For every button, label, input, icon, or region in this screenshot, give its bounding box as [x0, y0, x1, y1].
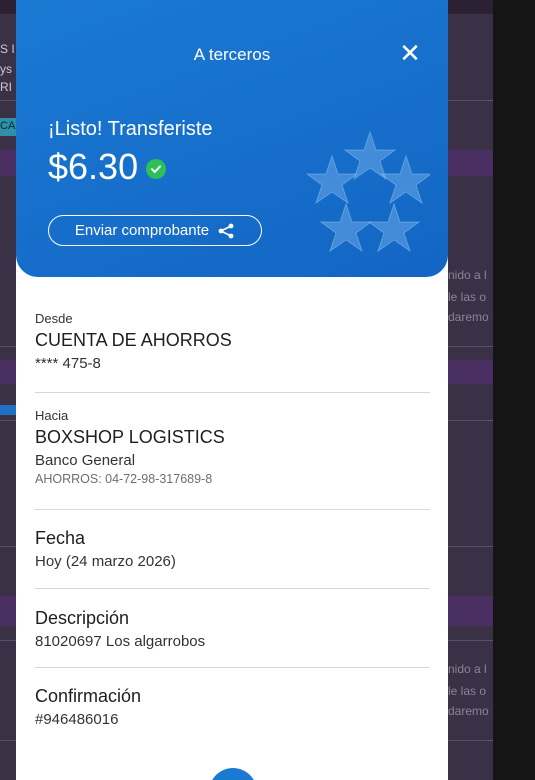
- to-name: BOXSHOP LOGISTICS: [35, 427, 225, 447]
- transfer-amount: $6.30: [48, 146, 139, 187]
- from-section: Desde CUENTA DE AHORROS **** 475-8: [35, 311, 430, 372]
- success-message: ¡Listo! Transferiste: [48, 118, 213, 140]
- description-label: Descripción: [35, 608, 130, 628]
- background-edge: [493, 0, 535, 780]
- close-button[interactable]: ✕: [396, 40, 424, 68]
- transfer-receipt-modal: A terceros ✕ ¡Listo! Transferiste $6.30 …: [16, 0, 448, 780]
- amount-row: $6.30: [48, 145, 167, 189]
- bg-text: S I: [0, 42, 15, 56]
- confirmation-value: #946486016: [35, 711, 119, 728]
- divider: [35, 667, 430, 668]
- description-value: 81020697 Los algarrobos: [35, 633, 206, 650]
- from-label: Desde: [35, 311, 73, 326]
- description-section: Descripción 81020697 Los algarrobos: [35, 608, 430, 650]
- divider: [35, 588, 430, 589]
- bg-text: nido a l: [448, 268, 487, 282]
- to-section: Hacia BOXSHOP LOGISTICS Banco General AH…: [35, 408, 430, 486]
- share-icon: [217, 223, 235, 239]
- receipt-header: A terceros ✕ ¡Listo! Transferiste $6.30 …: [16, 0, 448, 277]
- from-account-number: **** 475-8: [35, 355, 101, 372]
- bg-text: ys: [0, 62, 12, 76]
- bg-text: daremo: [448, 704, 489, 718]
- bg-text: daremo: [448, 310, 489, 324]
- bg-text: RI: [0, 80, 12, 94]
- from-account-type: CUENTA DE AHORROS: [35, 330, 232, 350]
- date-label: Fecha: [35, 528, 86, 548]
- bottom-action-button[interactable]: [209, 768, 257, 780]
- bg-text: nido a l: [448, 662, 487, 676]
- to-bank: Banco General: [35, 452, 136, 469]
- divider: [35, 392, 430, 393]
- bank-logo-stars-icon: [306, 130, 430, 253]
- check-icon: [146, 158, 167, 179]
- bg-text: le las o: [448, 684, 487, 698]
- bg-mark: [0, 405, 16, 415]
- date-value: Hoy (24 marzo 2026): [35, 553, 176, 570]
- send-receipt-button[interactable]: Enviar comprobante: [48, 215, 262, 246]
- confirmation-section: Confirmación #946486016: [35, 686, 430, 728]
- divider: [35, 509, 430, 510]
- close-icon: ✕: [399, 39, 421, 69]
- modal-title: A terceros: [193, 45, 271, 64]
- to-label: Hacia: [35, 408, 69, 423]
- date-section: Fecha Hoy (24 marzo 2026): [35, 528, 430, 570]
- to-account: AHORROS: 04-72-98-317689-8: [35, 472, 213, 486]
- send-receipt-label: Enviar comprobante: [74, 222, 210, 239]
- bg-tab: CA: [0, 118, 16, 136]
- bg-text: le las o: [448, 290, 487, 304]
- confirmation-label: Confirmación: [35, 686, 142, 706]
